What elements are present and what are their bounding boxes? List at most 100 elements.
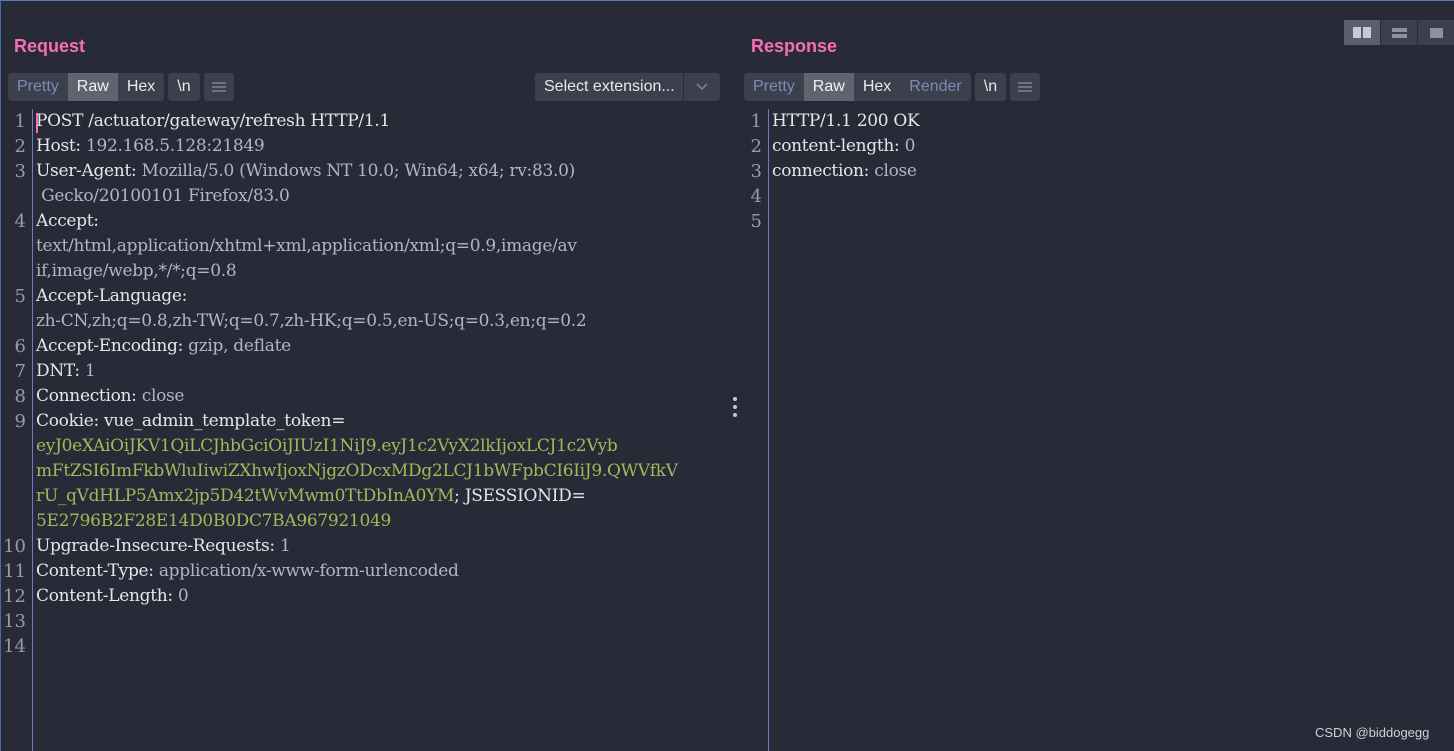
header-key: Cookie: [36, 411, 105, 431]
header-key: Host: [36, 136, 86, 156]
request-line-6: Accept-Encoding: gzip, deflate [36, 334, 291, 359]
response-line-1: HTTP/1.1 200 OK [772, 111, 920, 131]
header-key: Content-Type: [36, 561, 159, 581]
response-line-gutter: 1 2 3 4 5 [737, 109, 769, 751]
watermark: CSDN @biddogegg [1315, 725, 1430, 740]
header-value: gzip, deflate [188, 336, 291, 356]
header-key: connection: [772, 161, 875, 181]
line-number: 5 [750, 211, 762, 232]
line-number: 12 [3, 586, 26, 607]
split-vertical-icon [1391, 27, 1407, 38]
line-number: 3 [14, 161, 26, 182]
request-line-11: Content-Type: application/x-www-form-url… [36, 559, 459, 584]
request-line-3-wrap: Gecko/20100101 Firefox/83.0 [36, 186, 290, 206]
response-tab-pretty[interactable]: Pretty [744, 73, 804, 101]
response-view-tabs: Pretty Raw Hex Render [744, 73, 971, 101]
header-value: close [141, 386, 185, 406]
request-line-9: Cookie: vue_admin_template_token= [36, 409, 345, 434]
header-value: 1 [84, 361, 96, 381]
header-value: Mozilla/5.0 (Windows NT 10.0; Win64; x64… [141, 161, 576, 181]
extension-select-label: Select extension... [535, 73, 684, 101]
header-value: 192.168.5.128:21849 [85, 136, 265, 156]
header-key: Connection: [36, 386, 142, 406]
header-value: 0 [904, 136, 916, 156]
line-number: 2 [750, 136, 762, 157]
request-editor[interactable]: 1 2 3 4 5 6 7 8 9 10 11 12 13 14 POST /a… [1, 109, 733, 751]
line-number: 5 [14, 286, 26, 307]
response-line-3: connection: close [772, 159, 917, 184]
line-number: 13 [3, 611, 26, 632]
header-key: Content-Length: [36, 586, 178, 606]
cookie-value-wrap-c: rU_qVdHLP5Amx2jp5D42tWvMwm0TtDbInA0YM; J… [36, 484, 586, 509]
line-number: 10 [3, 536, 26, 557]
request-line-7: DNT: 1 [36, 359, 96, 384]
header-key: content-length: [772, 136, 905, 156]
request-tab-pretty[interactable]: Pretty [8, 73, 68, 101]
header-key: Accept-Encoding: [36, 336, 189, 356]
request-line-10: Upgrade-Insecure-Requests: 1 [36, 534, 291, 559]
request-toolbar: Pretty Raw Hex \n [8, 73, 238, 101]
request-tab-raw[interactable]: Raw [67, 73, 118, 101]
line-number: 7 [14, 361, 26, 382]
line-number: 2 [14, 136, 26, 157]
split-horizontal-button[interactable] [1344, 20, 1381, 45]
request-line-4: Accept: [36, 211, 99, 231]
response-line-2: content-length: 0 [772, 134, 915, 159]
single-pane-button[interactable] [1418, 20, 1454, 45]
request-line-gutter: 1 2 3 4 5 6 7 8 9 10 11 12 13 14 [1, 109, 33, 751]
response-tab-render[interactable]: Render [900, 73, 970, 101]
request-line-5-wrap: zh-CN,zh;q=0.8,zh-TW;q=0.7,zh-HK;q=0.5,e… [36, 311, 587, 331]
request-line-12: Content-Length: 0 [36, 584, 189, 609]
request-tab-hex[interactable]: Hex [118, 73, 164, 101]
header-value: 0 [177, 586, 189, 606]
split-vertical-button[interactable] [1381, 20, 1418, 45]
request-newline-toggle[interactable]: \n [168, 73, 199, 101]
response-menu-group [1010, 73, 1041, 101]
header-value: close [874, 161, 917, 181]
response-newline-toggle-group: \n [974, 73, 1007, 101]
request-line-1: POST /actuator/gateway/refresh HTTP/1.1 [36, 111, 390, 131]
response-toolbar: Pretty Raw Hex Render \n [744, 73, 1044, 101]
line-number: 1 [750, 111, 762, 132]
extension-select[interactable]: Select extension... [535, 73, 720, 101]
line-number: 11 [3, 561, 26, 582]
session-id-value: 5E2796B2F28E14D0B0DC7BA967921049 [36, 511, 391, 531]
header-value: application/x-www-form-urlencoded [158, 561, 459, 581]
app-window: Request Pretty Raw Hex \n Select extensi… [0, 0, 1454, 751]
request-line-4-wrap-a: text/html,application/xhtml+xml,applicat… [36, 236, 577, 256]
request-menu-group [203, 73, 234, 101]
cookie-value-wrap-b: mFtZSI6ImFkbWluIiwiZXhwIjoxNjgzODcxMDg2L… [36, 461, 678, 481]
request-line-3: User-Agent: Mozilla/5.0 (Windows NT 10.0… [36, 159, 575, 184]
response-newline-toggle[interactable]: \n [975, 73, 1006, 101]
header-key: Upgrade-Insecure-Requests: [36, 536, 280, 556]
line-number: 6 [14, 336, 26, 357]
cookie-value: rU_qVdHLP5Amx2jp5D42tWvMwm0TtDbInA0YM [36, 486, 455, 506]
split-horizontal-icon [1353, 27, 1371, 38]
request-line-4-wrap-b: if,image/webp,*/*;q=0.8 [36, 261, 237, 281]
chevron-down-icon [684, 73, 720, 101]
cookie-name: ; JSESSIONID= [454, 486, 586, 506]
line-number: 8 [14, 386, 26, 407]
request-line-8: Connection: close [36, 384, 185, 409]
hamburger-menu-icon [211, 82, 226, 92]
request-menu-button[interactable] [204, 73, 234, 101]
line-number: 14 [3, 636, 26, 657]
single-pane-icon [1429, 27, 1443, 38]
request-line-5: Accept-Language: [36, 286, 188, 306]
line-number: 1 [14, 111, 26, 132]
hamburger-menu-icon [1018, 82, 1033, 92]
line-number: 4 [750, 186, 762, 207]
cookie-name: vue_admin_template_token= [104, 411, 346, 431]
response-editor[interactable]: 1 2 3 4 5 HTTP/1.1 200 OK content-length… [737, 109, 1454, 751]
cookie-value-wrap-a: eyJ0eXAiOiJKV1QiLCJhbGciOiJIUzI1NiJ9.eyJ… [36, 436, 618, 456]
response-menu-button[interactable] [1010, 73, 1040, 101]
request-newline-toggle-group: \n [168, 73, 200, 101]
layout-toggle-group [1344, 20, 1454, 45]
response-tab-raw[interactable]: Raw [803, 73, 854, 101]
header-key: DNT: [36, 361, 85, 381]
line-number: 9 [14, 411, 26, 432]
header-key: User-Agent: [36, 161, 142, 181]
request-line-2: Host: 192.168.5.128:21849 [36, 134, 265, 159]
response-tab-hex[interactable]: Hex [854, 73, 900, 101]
line-number: 4 [14, 211, 26, 232]
